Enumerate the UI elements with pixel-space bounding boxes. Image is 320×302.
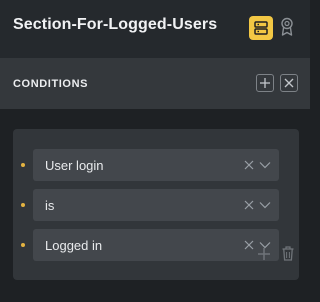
row-bullet xyxy=(21,203,25,207)
clear-icon[interactable] xyxy=(244,160,254,170)
condition-operator-value: is xyxy=(45,198,55,213)
conditions-title: CONDITIONS xyxy=(13,78,89,90)
condition-row-field: User login xyxy=(13,149,299,181)
condition-group-panel: User login is Logged in xyxy=(13,129,299,280)
layout-rows-icon xyxy=(254,21,268,35)
layout-toggle-button[interactable] xyxy=(249,16,273,40)
row-bullet xyxy=(21,243,25,247)
condition-value-select[interactable]: Logged in xyxy=(33,229,279,261)
conditions-section-header: CONDITIONS xyxy=(0,58,310,109)
condition-row-operator: is xyxy=(13,189,299,221)
chevron-down-icon[interactable] xyxy=(259,161,271,169)
award-icon[interactable] xyxy=(280,17,294,37)
add-condition-group-button[interactable] xyxy=(256,74,274,92)
close-box-icon xyxy=(284,78,294,88)
condition-operator-select[interactable]: is xyxy=(33,189,279,221)
condition-field-value: User login xyxy=(45,158,104,173)
page-title: Section-For-Logged-Users xyxy=(13,16,218,33)
section-header: Section-For-Logged-Users xyxy=(0,0,310,58)
trash-icon[interactable] xyxy=(282,246,294,261)
plus-icon[interactable] xyxy=(257,247,271,261)
row-bullet xyxy=(21,163,25,167)
close-conditions-button[interactable] xyxy=(280,74,298,92)
clear-icon[interactable] xyxy=(244,200,254,210)
condition-field-select[interactable]: User login xyxy=(33,149,279,181)
clear-icon[interactable] xyxy=(244,240,254,250)
condition-value-value: Logged in xyxy=(45,238,103,253)
plus-box-icon xyxy=(260,78,270,88)
chevron-down-icon[interactable] xyxy=(259,201,271,209)
